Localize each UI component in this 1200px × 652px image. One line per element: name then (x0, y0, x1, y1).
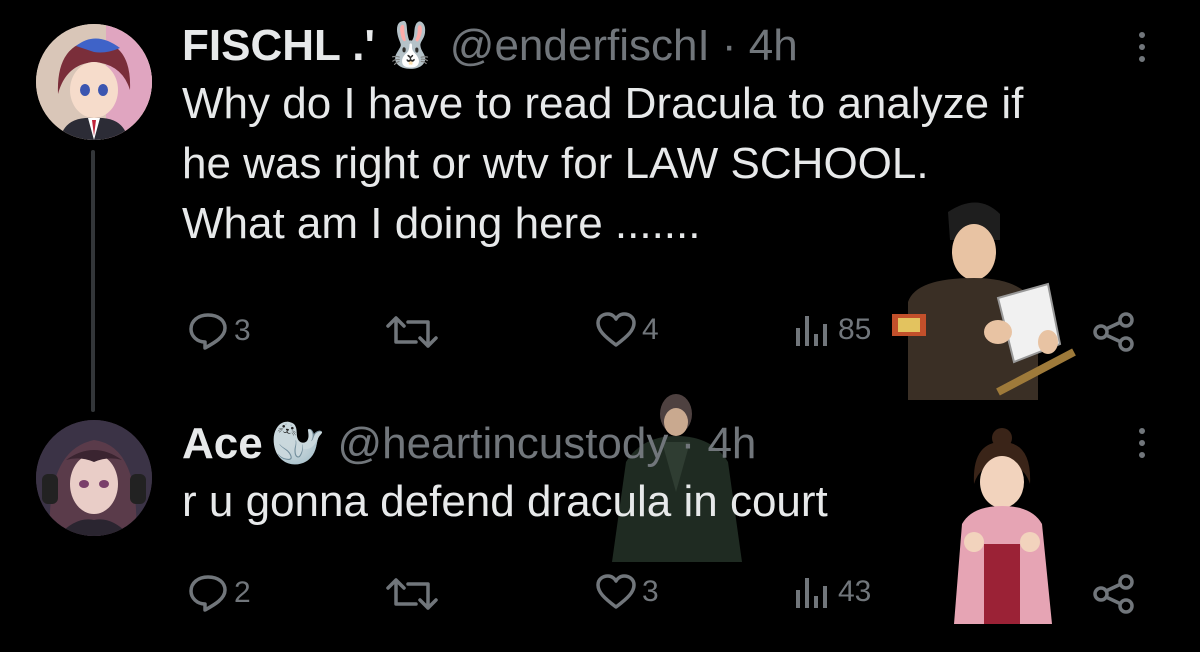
like-button[interactable]: 3 (596, 574, 659, 610)
reply-count: 2 (234, 576, 251, 609)
like-count: 3 (642, 575, 659, 608)
tweet-text-line: Why do I have to read Dracula to analyze… (182, 79, 1024, 128)
views-button[interactable]: 85 (792, 312, 871, 348)
rabbit-emoji: 🐰 (383, 21, 438, 70)
avatar-fischl[interactable] (36, 24, 152, 140)
reply-count: 3 (234, 314, 251, 347)
like-icon (596, 312, 636, 347)
avatar-ace-image (36, 420, 152, 536)
reply-icon (189, 575, 227, 612)
share-icon (1093, 574, 1134, 614)
sticker-character-reading (892, 202, 1076, 400)
views-count: 85 (838, 313, 872, 346)
tweet-header: FISCHL .' 🐰 @enderfischI · 4h (182, 24, 798, 68)
tweet-header: Ace 🦭 @heartincustody · 4h (182, 422, 756, 466)
reply-icon (189, 313, 227, 350)
share-button[interactable] (1092, 312, 1136, 352)
tweet-actions: 3 4 85 (0, 312, 1200, 352)
avatar-ace[interactable] (36, 420, 152, 536)
like-icon (596, 574, 636, 609)
retweet-icon (386, 316, 438, 348)
views-icon (796, 316, 827, 346)
retweet-button[interactable] (386, 314, 438, 350)
thread-line (91, 150, 95, 412)
reply-button[interactable]: 2 (188, 574, 251, 612)
display-name[interactable]: FISCHL .' (182, 24, 375, 68)
more-icon[interactable] (1138, 32, 1146, 68)
handle-and-time[interactable]: @enderfischI · 4h (450, 24, 798, 68)
tweet-actions: 2 3 43 (0, 574, 1200, 614)
retweet-button[interactable] (386, 576, 438, 612)
avatar-fischl-image (36, 24, 152, 140)
more-icon[interactable] (1138, 428, 1146, 464)
like-count: 4 (642, 313, 659, 346)
views-icon (796, 578, 827, 608)
handle-and-time[interactable]: @heartincustody · 4h (338, 422, 757, 466)
tweet-text-line: he was right or wtv for LAW SCHOOL. (182, 139, 929, 188)
seal-emoji: 🦭 (270, 419, 326, 468)
display-name[interactable]: Ace (182, 422, 263, 466)
reply-button[interactable]: 3 (188, 312, 251, 350)
views-count: 43 (838, 575, 872, 608)
retweet-icon (386, 578, 438, 610)
share-button[interactable] (1092, 574, 1136, 614)
like-button[interactable]: 4 (596, 312, 659, 348)
views-button[interactable]: 43 (792, 574, 871, 610)
share-icon (1093, 312, 1134, 352)
